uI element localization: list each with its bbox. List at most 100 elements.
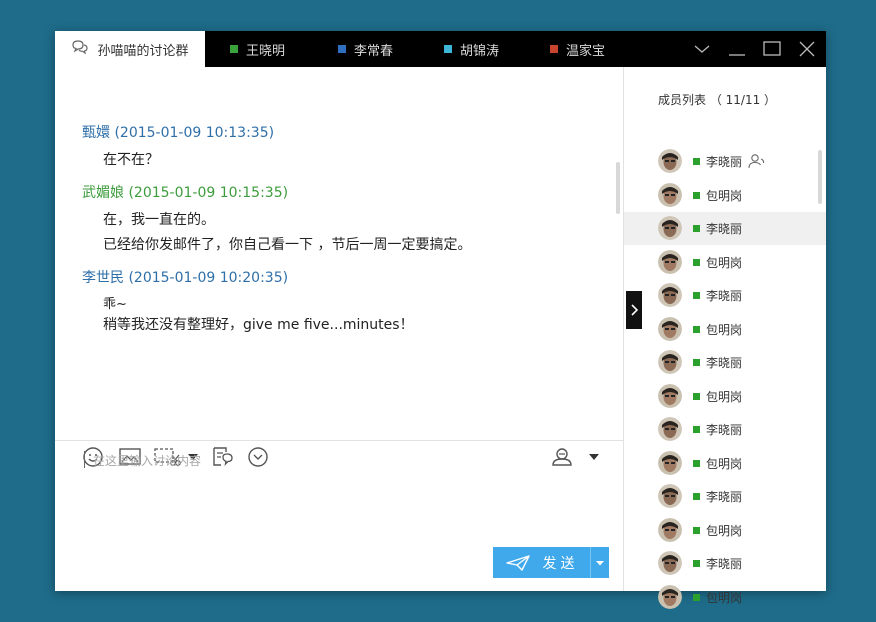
- message-input[interactable]: 在这里输入讨论内容 发送: [55, 441, 623, 591]
- tab-li-changchun[interactable]: 李常春: [338, 31, 393, 67]
- close-icon: [799, 41, 815, 57]
- member-row[interactable]: 包明岗: [624, 380, 826, 413]
- sender-name: 甄嬛: [82, 125, 110, 141]
- member-name: 包明岗: [706, 255, 743, 270]
- online-status-icon: [693, 225, 700, 232]
- title-bar: 孙喵喵的讨论群 王晓明 李常春 胡锦涛 温家宝: [55, 31, 826, 67]
- member-count: （ 11/11 ）: [709, 93, 777, 107]
- tab-label: 胡锦涛: [460, 43, 500, 59]
- member-name: 李晓丽: [706, 222, 743, 236]
- online-status-icon: [693, 292, 700, 299]
- send-options-dropdown[interactable]: [590, 547, 609, 578]
- member-name: 包明岗: [706, 456, 743, 471]
- tab-wang-xiaoming[interactable]: 王晓明: [230, 31, 285, 67]
- message-text: 稍等我还没有整理好，give me five...minutes！: [103, 317, 414, 333]
- text-caret: [84, 451, 85, 468]
- member-name: 李晓丽: [706, 490, 743, 504]
- member-row[interactable]: 包明岗: [624, 581, 826, 614]
- member-row[interactable]: 包明岗: [624, 179, 826, 212]
- member-row[interactable]: 李晓丽: [624, 279, 826, 312]
- send-button[interactable]: 发送: [493, 547, 590, 578]
- tab-wen-jiabao[interactable]: 温家宝: [550, 31, 605, 67]
- avatar: [658, 417, 682, 441]
- chevron-down-icon: [694, 45, 710, 53]
- maximize-button[interactable]: [761, 39, 783, 59]
- avatar: [658, 249, 682, 274]
- avatar: [658, 283, 682, 307]
- paper-plane-icon: [505, 554, 530, 571]
- chat-window: 孙喵喵的讨论群 王晓明 李常春 胡锦涛 温家宝 甄嬛 (2015-01-09 1…: [55, 31, 826, 609]
- avatar: [658, 149, 682, 173]
- member-scrollbar[interactable]: [818, 150, 822, 204]
- member-row[interactable]: 李晓丽: [624, 212, 826, 245]
- message-time: (2015-01-09 10:15:35): [128, 185, 289, 201]
- avatar: [658, 182, 682, 207]
- member-row[interactable]: 李晓丽: [624, 547, 826, 580]
- member-name: 包明岗: [706, 523, 743, 538]
- member-row[interactable]: 李晓丽: [624, 346, 826, 379]
- avatar: [658, 484, 682, 508]
- member-name: 包明岗: [706, 389, 743, 404]
- message-time: (2015-01-09 10:13:35): [114, 125, 275, 141]
- member-list-title: 成员列表 （ 11/11 ）: [658, 91, 776, 108]
- maximize-icon: [763, 41, 781, 56]
- online-status-icon: [693, 526, 700, 534]
- tab-group-chat[interactable]: 孙喵喵的讨论群: [55, 31, 205, 67]
- message-text: 已经给你发邮件了，你自己看一下 ，节后一周一定要搞定。: [103, 237, 472, 253]
- tab-label: 孙喵喵的讨论群: [97, 43, 189, 59]
- message-text: 乖~: [103, 297, 127, 312]
- sender-name: 武媚娘: [82, 185, 124, 201]
- message-header: 甄嬛 (2015-01-09 10:13:35): [82, 122, 274, 142]
- avatar: [658, 216, 682, 240]
- input-placeholder: 在这里输入讨论内容: [93, 454, 202, 468]
- send-label: 发送: [542, 555, 579, 572]
- avatar: [658, 316, 682, 341]
- status-square-icon: [230, 45, 238, 53]
- status-square-icon: [444, 45, 452, 53]
- caret-down-icon: [596, 560, 604, 565]
- message-text: 在，我一直在的。: [103, 212, 215, 228]
- admin-user-icon: [748, 153, 766, 173]
- member-name: 包明岗: [706, 590, 743, 605]
- member-list-label: 成员列表: [658, 93, 707, 107]
- online-status-icon: [693, 359, 700, 366]
- close-button[interactable]: [796, 39, 818, 59]
- status-square-icon: [338, 45, 346, 53]
- tab-label: 温家宝: [566, 43, 606, 59]
- tab-hu-jintao[interactable]: 胡锦涛: [444, 31, 499, 67]
- online-status-icon: [693, 325, 700, 333]
- message-header: 武媚娘 (2015-01-09 10:15:35): [82, 182, 288, 202]
- online-status-icon: [693, 593, 700, 601]
- member-list-pane: 成员列表 （ 11/11 ） 李晓丽 包明岗 李晓丽 包明岗 李晓丽 包明岗 李晓丽 包明岗李…: [624, 67, 826, 609]
- message-text: 在不在？: [103, 152, 159, 168]
- message-time: (2015-01-09 10:20:35): [128, 270, 289, 286]
- online-status-icon: [693, 392, 700, 400]
- online-status-icon: [693, 258, 700, 266]
- member-name: 包明岗: [706, 188, 743, 203]
- avatar: [658, 350, 682, 374]
- dropdown-button[interactable]: [691, 39, 713, 59]
- status-square-icon: [550, 45, 558, 53]
- minimize-icon: [729, 54, 745, 56]
- member-row[interactable]: 包明岗: [624, 246, 826, 279]
- avatar: [658, 551, 682, 575]
- online-status-icon: [693, 426, 700, 433]
- member-name: 李晓丽: [706, 155, 743, 169]
- member-row[interactable]: 李晓丽: [624, 480, 826, 513]
- tab-label: 王晓明: [246, 43, 286, 59]
- minimize-button[interactable]: [726, 39, 748, 59]
- online-status-icon: [693, 459, 700, 467]
- member-row[interactable]: 包明岗: [624, 514, 826, 547]
- tab-label: 李常春: [354, 43, 394, 59]
- member-row[interactable]: 李晓丽: [624, 413, 826, 446]
- member-name: 李晓丽: [706, 356, 743, 370]
- member-row[interactable]: 包明岗: [624, 447, 826, 480]
- chat-bubble-icon: [71, 39, 89, 59]
- member-name: 李晓丽: [706, 423, 743, 437]
- chat-scrollbar[interactable]: [616, 162, 620, 214]
- member-row[interactable]: 李晓丽: [624, 145, 826, 178]
- member-name: 包明岗: [706, 322, 743, 337]
- avatar: [658, 584, 682, 609]
- avatar: [658, 450, 682, 475]
- member-row[interactable]: 包明岗: [624, 313, 826, 346]
